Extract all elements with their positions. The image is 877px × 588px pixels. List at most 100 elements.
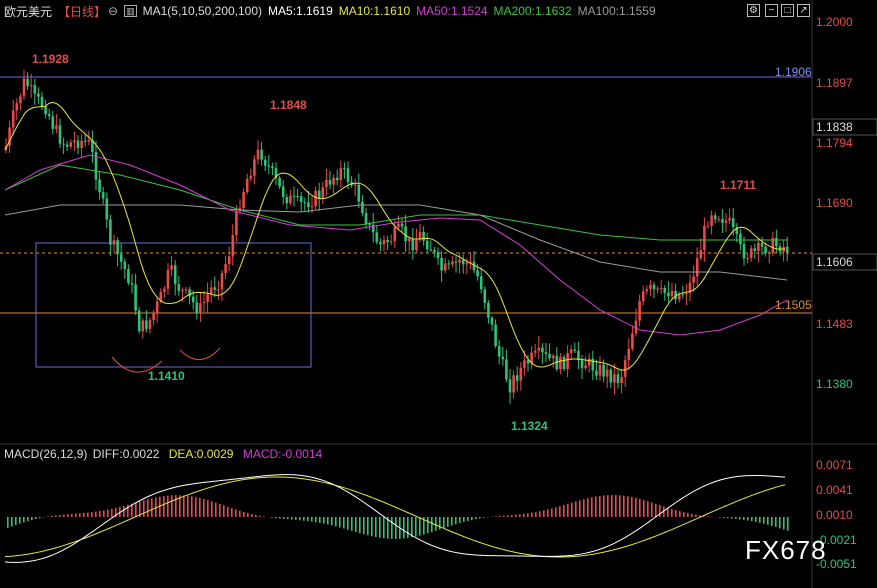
candle-body — [422, 231, 425, 241]
candle-body — [663, 287, 667, 293]
candle-body — [562, 356, 566, 369]
macd-bar — [367, 517, 369, 536]
candle-body — [393, 227, 397, 242]
candle-body — [235, 210, 238, 236]
candle-body — [368, 224, 371, 226]
macd-bar — [255, 514, 257, 517]
macd-bar — [187, 495, 189, 517]
candle-body — [447, 263, 451, 265]
macd-bar — [631, 497, 633, 517]
candle-body — [670, 291, 674, 297]
candle-body — [465, 262, 469, 265]
macd-bar — [183, 495, 185, 517]
candle-body — [145, 320, 148, 329]
candle-body — [717, 219, 721, 221]
candle-body — [443, 263, 447, 271]
ma50-line — [4, 154, 788, 336]
macd-title: MACD(26,12,9) — [4, 447, 88, 461]
macd-bar — [211, 501, 213, 517]
macd-bar — [531, 512, 533, 517]
price-axis-label: 1.2000 — [816, 15, 853, 29]
candle-body — [98, 179, 101, 193]
candle-body — [591, 358, 595, 371]
macd-bar — [403, 517, 405, 539]
macd-bar — [499, 515, 501, 517]
macd-bar — [327, 517, 329, 525]
macd-bar — [111, 508, 113, 517]
macd-bar — [23, 517, 25, 523]
symbol-label[interactable]: 欧元美元 — [4, 3, 52, 20]
macd-bar — [391, 517, 393, 539]
macd-bar — [707, 516, 709, 517]
macd-bar — [515, 514, 517, 517]
macd-bar — [99, 511, 101, 517]
candle-body — [22, 78, 26, 97]
candle-body — [569, 349, 573, 354]
settings-gear-icon[interactable]: ⚙ — [747, 4, 760, 17]
candle-body — [598, 364, 602, 376]
period-label[interactable]: 【日线】 — [58, 3, 106, 20]
annotation-low-1: 1.1410 — [148, 369, 185, 383]
macd-bar — [411, 517, 413, 538]
candle-body — [620, 376, 623, 384]
price-tag-current: 1.1838 — [816, 120, 853, 134]
macd-bar — [467, 517, 469, 521]
macd-bar — [555, 507, 557, 517]
candle-body — [364, 213, 368, 225]
macd-bar — [675, 510, 677, 517]
macd-bar — [167, 495, 169, 517]
candle-body — [659, 287, 663, 289]
minus-icon[interactable]: − — [765, 4, 778, 17]
candle-body — [440, 257, 443, 271]
candle-body — [141, 320, 145, 332]
external-icon[interactable]: ↗ — [797, 4, 810, 17]
candle-body — [382, 239, 386, 245]
macd-bar — [435, 517, 437, 531]
candle-body — [731, 218, 735, 228]
candle-body — [134, 284, 137, 311]
candle-body — [101, 192, 105, 199]
macd-bar — [615, 495, 617, 517]
candle-body — [206, 294, 209, 302]
candle-body — [339, 168, 343, 181]
candle-body — [253, 159, 256, 176]
candle-body — [263, 159, 267, 166]
candle-body — [605, 369, 609, 377]
candle-body — [220, 273, 224, 290]
expand-icon[interactable]: □ — [781, 4, 794, 17]
candle-body — [119, 254, 123, 262]
candle-body — [677, 294, 681, 300]
macd-bar — [55, 515, 57, 517]
candle-body — [681, 294, 685, 296]
macd-bar — [475, 517, 477, 520]
macd-bar — [447, 517, 449, 527]
macd-bar — [427, 517, 429, 534]
candle-body — [353, 184, 357, 186]
candle-body — [407, 238, 411, 242]
candle-body — [753, 248, 757, 251]
candle-body — [191, 296, 195, 303]
candle-body — [494, 324, 497, 346]
consolidation-box — [35, 242, 312, 368]
candle-body — [260, 149, 263, 160]
candle-body — [166, 269, 170, 289]
candle-body — [595, 370, 598, 376]
macd-bar — [223, 505, 225, 517]
candle-body — [559, 356, 562, 370]
macd-bar — [335, 517, 337, 527]
macd-bar — [787, 517, 789, 531]
macd-bar — [59, 514, 61, 517]
chart-type-icon[interactable]: ▥ — [124, 5, 137, 17]
candle-body — [314, 190, 317, 207]
candle-body — [609, 369, 613, 383]
macd-bar — [463, 517, 465, 522]
macd-bar — [371, 517, 373, 537]
macd-bar — [551, 508, 553, 517]
macd-bar — [471, 517, 473, 520]
settings-icon[interactable]: ⊖ — [108, 4, 118, 18]
candle-body — [33, 85, 37, 94]
price-chart[interactable] — [0, 0, 877, 588]
candle-body — [692, 276, 695, 283]
candle-body — [325, 179, 328, 188]
macd-bar — [683, 512, 685, 517]
